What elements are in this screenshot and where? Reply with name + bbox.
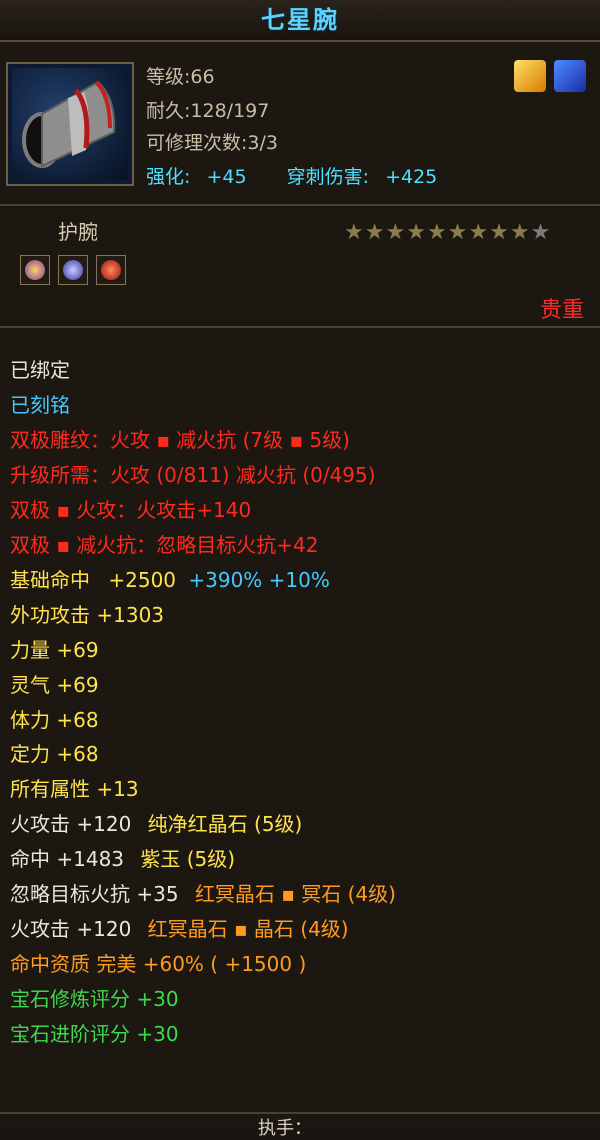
prop-engraved: 已刻铭 [10, 393, 70, 417]
pierce-label: 穿刺伤害: [286, 166, 370, 188]
prop-spirit: 灵气 +69 [10, 673, 99, 697]
gem-red-icon [101, 260, 121, 280]
star-empty-icon: ★ [530, 220, 552, 245]
star-icon: ★ [426, 220, 448, 245]
prop-strength: 力量 +69 [10, 638, 99, 662]
prop-bound: 已绑定 [10, 358, 70, 382]
prop-hit-base: 基础命中 +2500 +390% +10% [10, 564, 330, 593]
prop-gem-refine: 宝石修炼评分 +30 [10, 987, 179, 1011]
gem-slot-2[interactable] [58, 255, 88, 285]
prop-fire-atk-1: 火攻击 +120 纯净红晶石 (5级) [10, 808, 302, 837]
item-properties: 已绑定 已刻铭 双极雕纹：火攻 ▪ 减火抗 (7级 ▪ 5级) 升级所需：火攻 … [0, 330, 600, 1090]
flame-badge-icon [514, 60, 546, 92]
item-header: 等级:66 耐久:128/197 可修理次数:3/3 强化: +45 穿刺伤害:… [0, 42, 600, 206]
star-icon: ★ [509, 220, 531, 245]
star-icon: ★ [406, 220, 427, 245]
hit-label: 命中 +1483 [10, 847, 125, 871]
prop-outer-attack: 外功攻击 +1303 [10, 603, 165, 627]
star-icon: ★ [489, 220, 510, 245]
fire-atk-1-gem: 纯净红晶石 (5级) [147, 812, 303, 836]
gem-violet-icon [63, 260, 83, 280]
fire-atk-2-gem: 红冥晶石 ▪ 晶石 (4级) [147, 917, 349, 941]
hit-base-extra: +390% +10% [188, 568, 330, 592]
wave-badge-icon [554, 60, 586, 92]
star-icon: ★ [447, 220, 469, 245]
item-tooltip: 七星腕 等级:66 耐久:128/197 可修理次数:3/3 强化: +45 穿… [0, 0, 600, 1139]
rarity-label: 贵重 [539, 298, 584, 323]
pierce-value: +425 [385, 166, 438, 188]
prop-focus: 定力 +68 [10, 742, 99, 766]
gem-slot-1[interactable] [20, 255, 50, 285]
prop-hit-quality: 命中资质 完美 +60% ( +1500 ) [10, 952, 307, 976]
star-icon: ★ [468, 220, 490, 245]
fire-atk-1-label: 火攻击 +120 [10, 812, 132, 836]
star-icon: ★ [385, 220, 407, 245]
hit-base-value: +2500 [108, 568, 177, 592]
prop-hit: 命中 +1483 紫玉 (5级) [10, 843, 235, 872]
item-icon-frame [6, 62, 134, 186]
prop-all-attr: 所有属性 +13 [10, 777, 139, 801]
prop-dual-resist: 双极 ▪ 减火抗：忽略目标火抗+42 [10, 533, 319, 557]
footer-label: 执手： [258, 1118, 312, 1139]
item-durability: 耐久:128/197 [146, 100, 270, 122]
item-name-row: 护腕 ★★★★★★★★★★ 贵重 [0, 206, 600, 328]
item-title: 七星腕 [261, 6, 339, 34]
prop-dual-fire: 双极 ▪ 火攻：火攻击+140 [10, 498, 252, 522]
prop-fire-atk-2: 火攻击 +120 红冥晶石 ▪ 晶石 (4级) [10, 913, 349, 942]
hit-base-label: 基础命中 [10, 568, 90, 592]
enhance-value: +45 [206, 166, 247, 188]
gem-slot-3[interactable] [96, 255, 126, 285]
star-rating: ★★★★★★★★★★ [344, 220, 551, 245]
item-type-label: 护腕 [58, 220, 98, 244]
prop-gem-advance: 宝石进阶评分 +30 [10, 1022, 179, 1046]
enhance-label: 强化: [146, 166, 191, 188]
item-level: 等级:66 [146, 66, 215, 88]
item-repair-count: 可修理次数:3/3 [146, 132, 278, 154]
gem-rainbow-icon [25, 260, 45, 280]
star-icon: ★ [344, 220, 365, 245]
hit-gem: 紫玉 (5级) [140, 847, 236, 871]
ignore-fire-label: 忽略目标火抗 +35 [10, 882, 179, 906]
prop-upgrade-need: 升级所需：火攻 (0/811) 减火抗 (0/495) [10, 463, 376, 487]
prop-dual-carve: 双极雕纹：火攻 ▪ 减火抗 (7级 ▪ 5级) [10, 428, 350, 452]
title-bar: 七星腕 [0, 0, 600, 42]
ignore-fire-gem: 红冥晶石 ▪ 冥石 (4级) [194, 882, 396, 906]
prop-ignore-fire: 忽略目标火抗 +35 红冥晶石 ▪ 冥石 (4级) [10, 878, 396, 907]
fire-atk-2-label: 火攻击 +120 [10, 917, 132, 941]
star-icon: ★ [364, 220, 386, 245]
prop-stamina: 体力 +68 [10, 708, 99, 732]
bracer-icon [12, 68, 128, 180]
